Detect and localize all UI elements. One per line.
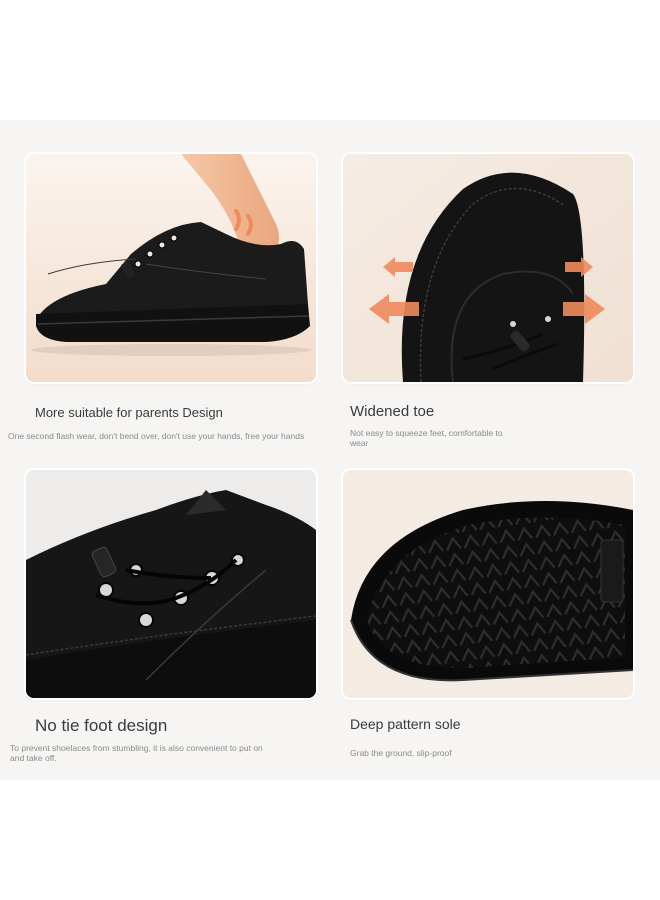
feature-title-deep-sole: Deep pattern sole (350, 716, 461, 732)
feature-panel: More suitable for parents Design One sec… (0, 120, 660, 780)
feature-description-widened-toe: Not easy to squeeze feet, comfortable to… (350, 428, 503, 448)
feature-title-widened-toe: Widened toe (350, 403, 435, 420)
feature-description-parents-design: One second flash wear, don't bend over, … (8, 431, 305, 441)
feature-title-no-tie: No tie foot design (35, 716, 168, 735)
feature-description-deep-sole: Grab the ground, slip-proof (350, 748, 452, 758)
toe-box-illustration (343, 154, 633, 382)
feature-image-tread-sole (343, 470, 633, 698)
shoe-side-illustration (26, 154, 316, 382)
lace-toggle-illustration (26, 470, 316, 698)
feature-title-parents-design: More suitable for parents Design (35, 405, 223, 420)
feature-image-heel-step-in (26, 154, 316, 382)
feature-description-no-tie: To prevent shoelaces from stumbling, it … (10, 743, 263, 763)
sole-pattern-illustration (343, 470, 633, 698)
feature-image-widened-toe (343, 154, 633, 382)
feature-image-no-tie-lace (26, 470, 316, 698)
